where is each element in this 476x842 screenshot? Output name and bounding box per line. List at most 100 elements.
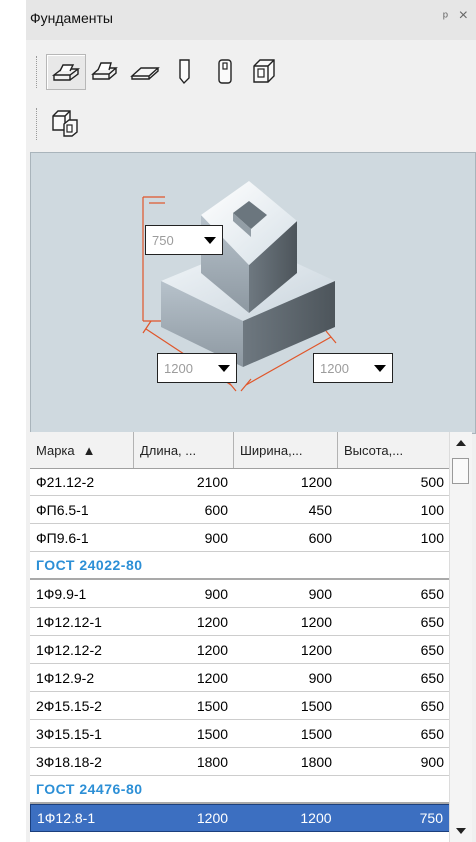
foundation-preview: 750 1200 1200 bbox=[30, 152, 476, 434]
table-cell: 1200 bbox=[300, 810, 332, 826]
table-row[interactable]: 1Ф12.9-2 1200 900 650 bbox=[30, 664, 450, 692]
height-value: 750 bbox=[152, 232, 174, 248]
table-cell: 1200 bbox=[196, 613, 228, 630]
table-cell: 1200 bbox=[300, 473, 332, 490]
table-row[interactable]: 1Ф9.9-1 900 900 650 bbox=[30, 580, 450, 608]
vertical-scrollbar[interactable] bbox=[449, 432, 472, 842]
table-cell: 2Ф15.15-2 bbox=[36, 697, 102, 714]
scroll-thumb[interactable] bbox=[452, 458, 469, 484]
table-cell: 750 bbox=[419, 810, 443, 826]
table-cell: 100 bbox=[420, 529, 444, 546]
foundation-stepped-alt-icon bbox=[91, 62, 118, 80]
toolbar-grip[interactable] bbox=[36, 56, 41, 88]
foundation-slab-button[interactable] bbox=[126, 54, 164, 88]
table-cell: 650 bbox=[420, 725, 444, 742]
table-cell: 1Ф12.12-2 bbox=[36, 641, 102, 658]
length-dropdown[interactable]: 1200 bbox=[157, 353, 237, 383]
table-cell: 100 bbox=[420, 501, 444, 518]
table-row[interactable]: 3Ф18.18-2 1800 1800 900 bbox=[30, 748, 450, 776]
group-label: ГОСТ 24022-80 bbox=[36, 557, 143, 573]
table-cell: 650 bbox=[420, 585, 444, 602]
table-cell: 1200 bbox=[196, 641, 228, 658]
table-cell: 1800 bbox=[196, 753, 228, 770]
column-header-mark[interactable]: Марка ▲ bbox=[30, 432, 134, 468]
pile-hollow-button[interactable] bbox=[206, 54, 244, 88]
table-row[interactable]: ФП9.6-1 900 600 100 bbox=[30, 524, 450, 552]
table-cell: 650 bbox=[420, 613, 444, 630]
panel-title: Фундаменты bbox=[30, 10, 113, 26]
height-dropdown[interactable]: 750 bbox=[145, 225, 223, 255]
width-dropdown[interactable]: 1200 bbox=[313, 353, 393, 383]
foundation-cup-button[interactable] bbox=[246, 54, 284, 88]
chevron-down-icon bbox=[204, 237, 216, 244]
toolbar-grip-2[interactable] bbox=[36, 108, 41, 140]
table-cell: 500 bbox=[420, 473, 444, 490]
table-cell: 650 bbox=[420, 669, 444, 686]
foundation-stepped-button[interactable] bbox=[46, 54, 86, 90]
width-value: 1200 bbox=[320, 360, 349, 376]
scroll-up-icon[interactable] bbox=[456, 440, 466, 446]
group-header-row[interactable]: ГОСТ 24476-80 bbox=[30, 776, 450, 804]
table-cell: 1Ф9.9-1 bbox=[36, 585, 87, 602]
table-cell: 650 bbox=[420, 641, 444, 658]
table-cell: 1500 bbox=[196, 725, 228, 742]
table-cell: 1500 bbox=[300, 725, 332, 742]
table-cell: 1500 bbox=[196, 697, 228, 714]
table-cell: 650 bbox=[420, 697, 444, 714]
table-cell: 3Ф18.18-2 bbox=[36, 753, 102, 770]
table-cell: 600 bbox=[308, 529, 332, 546]
table-cell: 2100 bbox=[196, 473, 228, 490]
table-cell: 1Ф12.9-2 bbox=[36, 669, 95, 686]
foundation-slab-icon bbox=[130, 67, 160, 80]
pile-icon bbox=[179, 59, 190, 85]
table-cell: 3Ф15.15-1 bbox=[36, 725, 102, 742]
table-cell: 1200 bbox=[196, 669, 228, 686]
column-header-length[interactable]: Длина, ... bbox=[134, 432, 234, 468]
scroll-down-icon[interactable] bbox=[456, 828, 466, 834]
table-cell: 1800 bbox=[300, 753, 332, 770]
table-row[interactable]: Ф21.12-2 2100 1200 500 bbox=[30, 468, 450, 496]
table-cell: 1Ф12.8-1 bbox=[37, 810, 96, 826]
group-header-row[interactable]: ГОСТ 24022-80 bbox=[30, 552, 450, 580]
column-header-label: Ширина,... bbox=[240, 442, 303, 458]
table-row[interactable]: 2Ф15.15-2 1500 1500 650 bbox=[30, 692, 450, 720]
foundation-stepped-icon bbox=[51, 64, 81, 81]
toolbar-foundation-types bbox=[36, 48, 336, 94]
foundation-table: Марка ▲ Длина, ... Ширина,... Высота,...… bbox=[30, 432, 472, 842]
foundation-cup-icon bbox=[253, 59, 275, 83]
table-cell: ФП6.5-1 bbox=[36, 501, 89, 518]
column-header-label: Высота,... bbox=[344, 442, 404, 458]
table-cell: 1200 bbox=[300, 641, 332, 658]
table-row-selected[interactable]: 1Ф12.8-1 1200 1200 750 bbox=[30, 804, 450, 832]
table-cell: 600 bbox=[204, 501, 228, 518]
foundation-stepped-alt-button[interactable] bbox=[86, 54, 124, 88]
table-row[interactable]: 3Ф15.15-1 1500 1500 650 bbox=[30, 720, 450, 748]
table-cell: 1Ф12.12-1 bbox=[36, 613, 102, 630]
column-header-width[interactable]: Ширина,... bbox=[234, 432, 338, 468]
foundation-block-icon bbox=[52, 110, 78, 137]
table-row[interactable]: 1Ф12.12-2 1200 1200 650 bbox=[30, 636, 450, 664]
table-cell: 900 bbox=[204, 529, 228, 546]
table-cell: 900 bbox=[308, 669, 332, 686]
table-cell: 1200 bbox=[300, 613, 332, 630]
pile-hollow-icon bbox=[218, 59, 232, 84]
close-icon[interactable]: × bbox=[459, 7, 468, 25]
table-body: Ф21.12-2 2100 1200 500 ФП6.5-1 600 450 100 ФП9.6… bbox=[30, 468, 450, 832]
table-cell: 900 bbox=[308, 585, 332, 602]
column-header-height[interactable]: Высота,... bbox=[338, 432, 450, 468]
foundation-3d-drawing bbox=[142, 181, 337, 392]
table-row[interactable]: ФП6.5-1 600 450 100 bbox=[30, 496, 450, 524]
pin-icon[interactable]: ᵖ bbox=[443, 8, 448, 24]
table-row[interactable]: 1Ф12.12-1 1200 1200 650 bbox=[30, 608, 450, 636]
column-header-label: Длина, ... bbox=[140, 442, 197, 458]
group-label: ГОСТ 24476-80 bbox=[36, 781, 143, 797]
foundations-panel: 750 1200 1200 Марка ▲ Длина, ... Ширина,… bbox=[26, 40, 476, 842]
table-cell: ФП9.6-1 bbox=[36, 529, 89, 546]
foundation-block-button[interactable] bbox=[46, 106, 84, 140]
chevron-down-icon bbox=[374, 365, 386, 372]
table-cell: 1500 bbox=[300, 697, 332, 714]
panel-titlebar: Фундаменты ᵖ × bbox=[26, 0, 476, 41]
pile-button[interactable] bbox=[166, 54, 204, 88]
column-header-label: Марка bbox=[36, 442, 75, 458]
foundation-solid bbox=[161, 181, 335, 367]
